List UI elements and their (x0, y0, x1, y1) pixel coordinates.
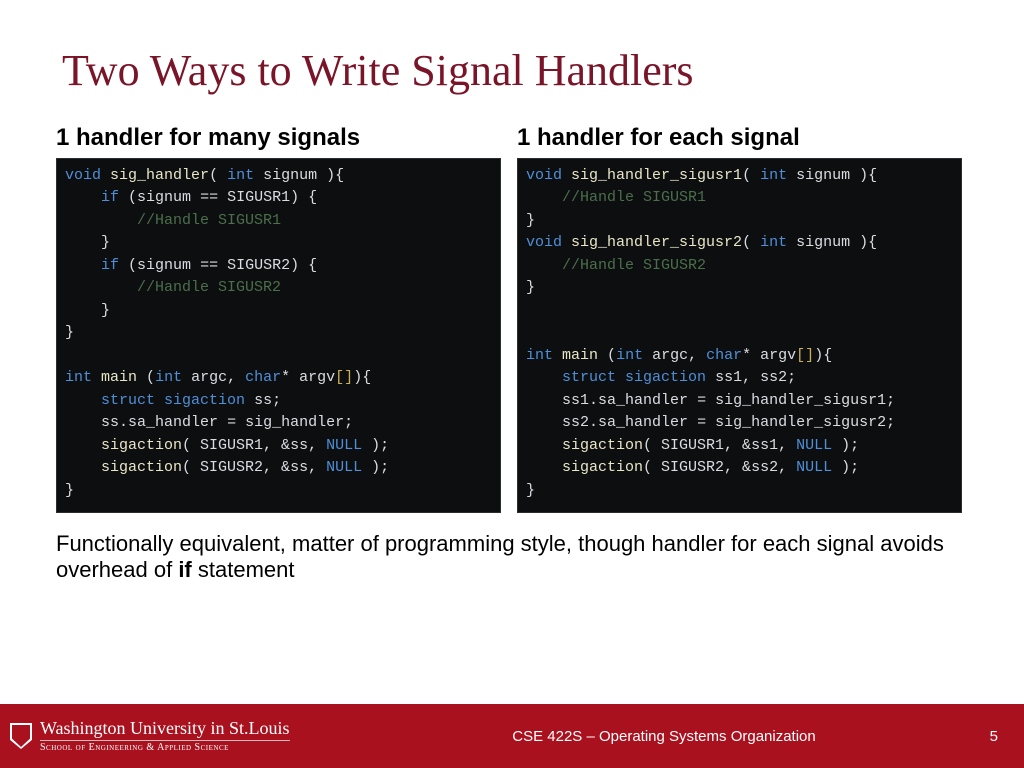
right-heading: 1 handler for each signal (517, 124, 962, 152)
shield-icon (10, 723, 32, 749)
caption-text: Functionally equivalent, matter of progr… (0, 513, 1024, 584)
university-school: School of Engineering & Applied Science (40, 740, 290, 754)
slide: Two Ways to Write Signal Handlers 1 hand… (0, 0, 1024, 768)
university-name: Washington University in St.Louis (40, 719, 290, 738)
left-code-block: void sig_handler( int signum ){ if (sign… (56, 158, 501, 514)
right-code-block: void sig_handler_sigusr1( int signum ){ … (517, 158, 962, 514)
footer-bar: Washington University in St.Louis School… (0, 704, 1024, 768)
caption-post: statement (192, 557, 295, 582)
left-heading: 1 handler for many signals (56, 124, 501, 152)
course-label: CSE 422S – Operating Systems Organizatio… (370, 728, 958, 745)
slide-title: Two Ways to Write Signal Handlers (0, 0, 1024, 96)
columns: 1 handler for many signals void sig_hand… (0, 96, 1024, 513)
page-number: 5 (958, 728, 998, 745)
caption-bold: if (178, 557, 191, 582)
right-column: 1 handler for each signal void sig_handl… (517, 124, 962, 513)
university-block: Washington University in St.Louis School… (10, 719, 370, 753)
university-text: Washington University in St.Louis School… (40, 719, 290, 753)
left-column: 1 handler for many signals void sig_hand… (56, 124, 501, 513)
